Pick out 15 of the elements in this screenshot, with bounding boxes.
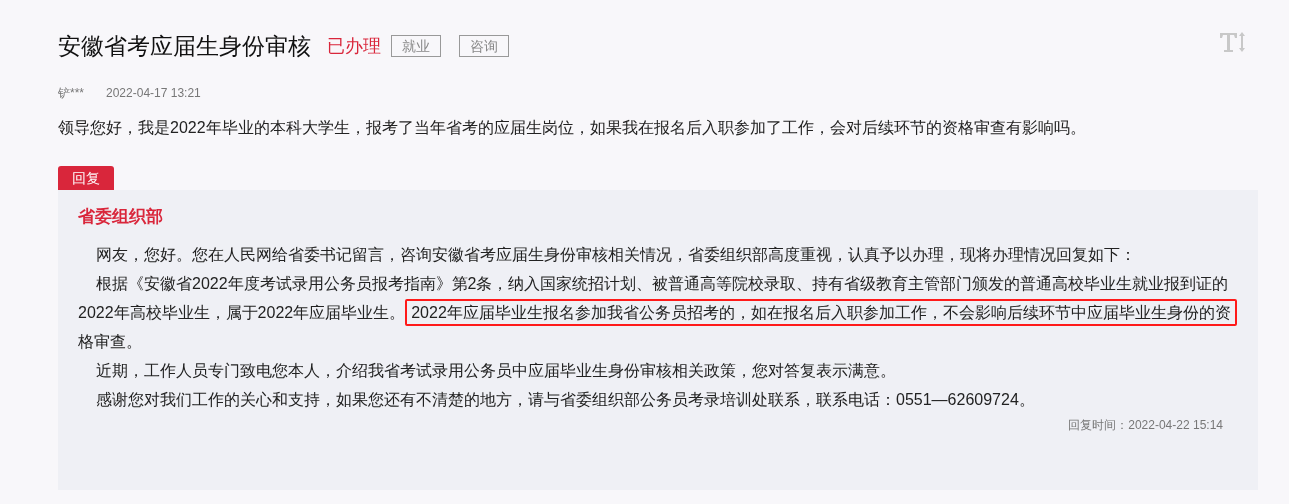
tag[interactable]: 咨询: [459, 35, 509, 57]
post-time: 2022-04-17 13:21: [106, 85, 201, 102]
author-name: 铲***: [58, 85, 84, 102]
reply-paragraph: 感谢您对我们工作的关心和支持，如果您还有不清楚的地方，请与省委组织部公务员考录培训处联系，联系电话：0551—62609724。: [95, 389, 1036, 410]
reply-paragraph: 网友，您好。您在人民网给省委书记留言，咨询安徽省考应届生身份审核相关情况，省委组织部高度重视，认真予以办理，现将办理情况回复如下：: [95, 244, 1137, 265]
reply-paragraph: 近期，工作人员专门致电您本人，介绍我省考试录用公务员中应届毕业生身份审核相关政策，您对答复表示满意。: [95, 360, 897, 381]
reply-time: 回复时间：2022-04-22 15:14: [1068, 416, 1223, 434]
question-text: 领导您好，我是2022年毕业的本科大学生，报考了当年省考的应届生岗位，如果我在报名后入职参加了工作，会对后续环节的资格审查有影响吗。: [58, 118, 1087, 138]
department-name: 省委组织部: [78, 206, 164, 228]
text-size-icon[interactable]: [1219, 30, 1247, 54]
article-title: 安徽省考应届生身份审核: [58, 32, 311, 61]
tag[interactable]: 就业: [391, 35, 441, 57]
reply-label: 回复: [58, 166, 114, 190]
reply-paragraph: 根据《安徽省2022年度考试录用公务员报考指南》第2条，纳入国家统招计划、被普通高等院校录取、持有省级教育主管部门颁发的普通高校毕业生就业报到证的2022年高校毕业生，属于2022年应届毕业生。 2022年应届毕业生报名参加我省公务员招考的，如在报名后入职参加工作，不会影响后续环节中应届毕业生身份的资 格审查。: [78, 268, 1238, 356]
status-label: 已办理: [327, 34, 381, 58]
